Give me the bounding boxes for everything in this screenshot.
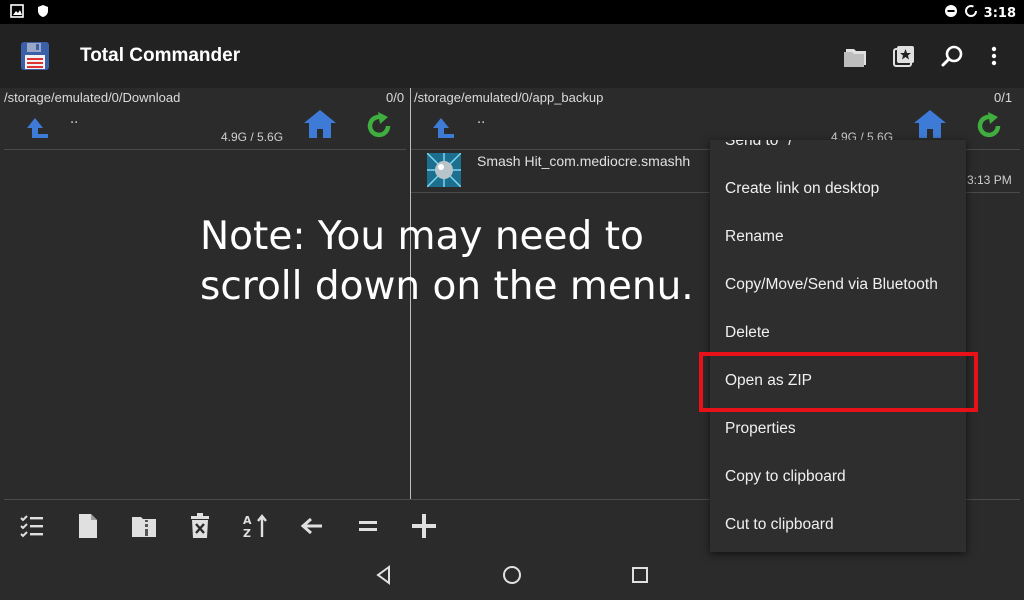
app-bar: Total Commander [0,24,1024,88]
nav-recents-icon[interactable] [629,564,651,586]
up-directory-icon[interactable] [430,114,458,142]
note-line-1: Note: You may need to [200,214,644,259]
left-panel-path: /storage/emulated/0/Download [4,90,181,105]
context-menu[interactable]: Send to "/" Create link on desktop Renam… [710,140,966,552]
parent-directory-entry[interactable]: .. [477,112,485,127]
left-panel-count: 0/0 [386,90,405,105]
reload-icon[interactable] [976,110,1006,140]
right-panel-path: /storage/emulated/0/app_backup [414,90,604,105]
overlay-note: Note: You may need to scroll down on the… [200,212,694,312]
status-bar: 3:18 [0,0,1024,24]
nav-back-icon[interactable] [373,564,395,586]
app-file-icon [426,152,462,188]
note-line-2: scroll down on the menu. [200,264,694,309]
bookmarks-star-icon[interactable] [890,42,918,70]
delete-icon[interactable] [186,512,214,540]
floppy-disk-logo-icon [20,41,50,71]
system-nav-bar [0,550,1024,600]
shield-icon [36,4,50,22]
up-directory-icon[interactable] [24,114,52,142]
svg-text:A: A [243,514,252,527]
folder-tabs-icon[interactable] [842,42,870,70]
app-title: Total Commander [80,45,241,66]
home-icon[interactable] [912,108,948,140]
menu-item-bluetooth[interactable]: Copy/Move/Send via Bluetooth [710,261,966,309]
more-options-icon[interactable] [980,42,1008,70]
menu-item-send-to[interactable]: Send to "/" [710,140,966,165]
file-name: Smash Hit_com.mediocre.smashh [477,153,691,169]
menu-item-copy-clipboard[interactable]: Copy to clipboard [710,453,966,501]
file-time: 3:13 PM [967,173,1012,187]
new-file-icon[interactable] [74,512,102,540]
left-panel-disk-space: 4.9G / 5.6G [221,130,284,144]
svg-text:Z: Z [243,527,251,539]
sync-icon [964,4,978,22]
nav-home-icon[interactable] [501,564,523,586]
sort-az-icon[interactable]: AZ [242,512,270,540]
highlight-annotation-box [699,352,978,412]
zip-archive-icon[interactable] [130,512,158,540]
equal-panels-icon[interactable] [354,512,382,540]
add-icon[interactable] [410,512,438,540]
parent-directory-entry[interactable]: .. [70,112,78,127]
menu-item-properties[interactable]: Properties [710,405,966,453]
menu-item-delete[interactable]: Delete [710,309,966,357]
menu-item-create-link[interactable]: Create link on desktop [710,165,966,213]
back-arrow-icon[interactable] [298,512,326,540]
clock: 3:18 [983,5,1016,21]
do-not-disturb-icon [944,4,958,22]
select-checklist-icon[interactable] [18,512,46,540]
search-icon[interactable] [938,42,966,70]
screen: 3:18 Total Commander /storage/emulated/0… [0,0,1024,600]
home-icon[interactable] [302,108,338,140]
reload-icon[interactable] [366,110,396,140]
right-panel-count: 0/1 [994,90,1013,105]
left-panel-header-divider [4,149,406,150]
image-notification-icon [10,4,24,22]
menu-item-rename[interactable]: Rename [710,213,966,261]
menu-item-cut-clipboard[interactable]: Cut to clipboard [710,501,966,549]
